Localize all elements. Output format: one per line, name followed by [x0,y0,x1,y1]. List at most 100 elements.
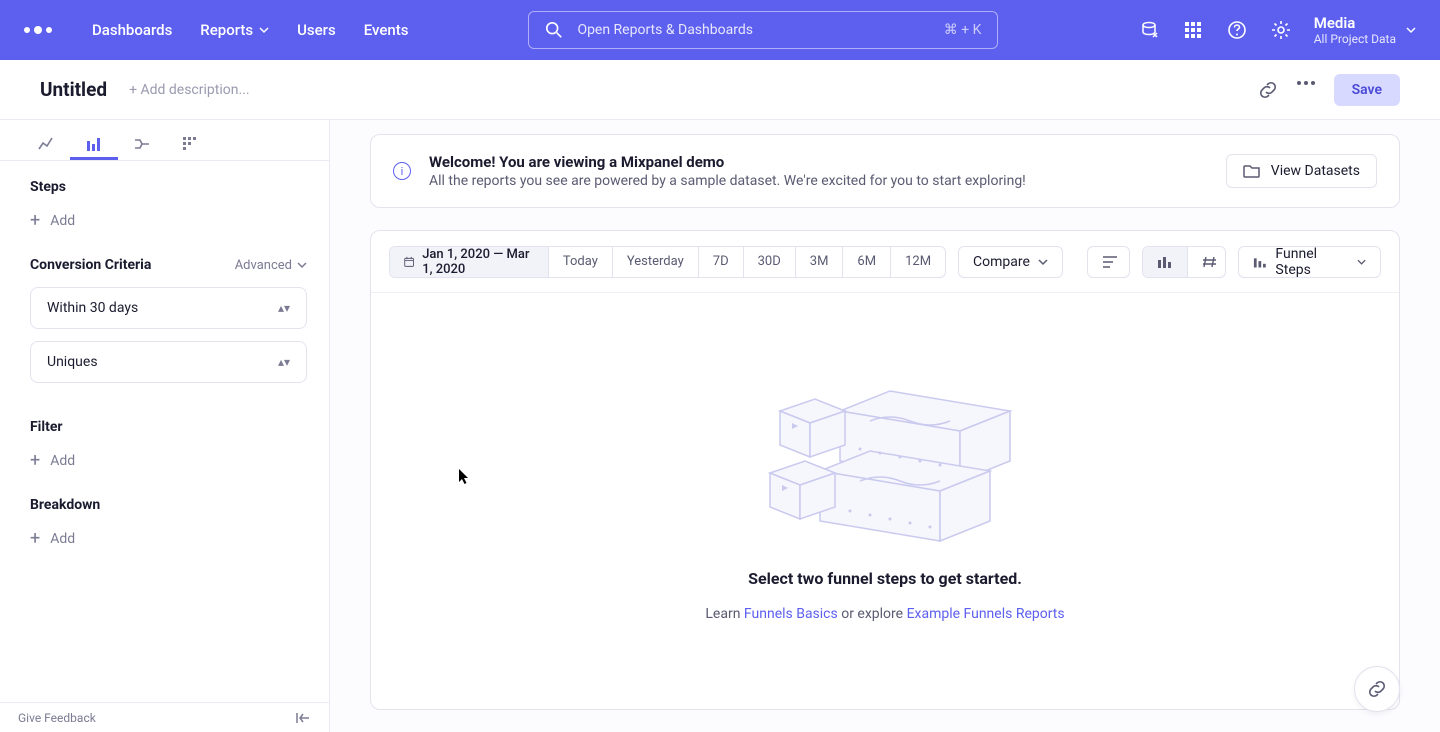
top-nav-right: Media All Project Data [1138,14,1416,46]
empty-state: Select two funnel steps to get started. … [371,293,1399,709]
chart-bar-icon[interactable] [1143,247,1188,277]
breakdown-heading: Breakdown [30,497,307,513]
nav-links: Dashboards Reports Users Events [92,21,408,39]
link-icon [1367,679,1387,699]
chevron-down-icon [297,260,307,270]
section-steps: Steps + Add [0,161,329,239]
project-subtitle: All Project Data [1314,32,1396,46]
search-shortcut: ⌘ + K [944,22,982,38]
floating-link-button[interactable] [1354,666,1400,712]
bar-chart-icon [85,135,103,153]
conversion-window-value: Within 30 days [47,300,138,316]
feedback-link[interactable]: Give Feedback [18,711,96,725]
view-datasets-button[interactable]: View Datasets [1226,154,1377,188]
empty-subtitle: Learn Funnels Basics or explore Example … [705,606,1064,622]
funnels-basics-link[interactable]: Funnels Basics [744,606,838,622]
report-title[interactable]: Untitled [40,78,107,101]
add-filter-button[interactable]: + Add [30,449,307,473]
view-list-icon[interactable] [1088,247,1130,277]
line-chart-icon [37,135,55,153]
counting-method-value: Uniques [47,354,98,370]
nav-reports[interactable]: Reports [200,21,269,39]
database-icon[interactable] [1138,19,1160,41]
date-range-picker[interactable]: Jan 1, 2020 — Mar 1, 2020 [390,247,549,277]
chart-type-group [1142,246,1226,278]
nav-users[interactable]: Users [297,21,336,39]
plus-icon: + [30,454,40,468]
global-search[interactable]: Open Reports & Dashboards ⌘ + K [528,11,998,49]
range-3m[interactable]: 3M [796,247,844,277]
tab-flows[interactable] [118,130,166,160]
folder-icon [1243,163,1261,179]
chevron-down-icon [1357,257,1366,267]
viz-type-label: Funnel Steps [1275,246,1348,278]
steps-heading: Steps [30,179,307,195]
section-breakdown: Breakdown + Add [0,479,329,557]
range-yesterday[interactable]: Yesterday [613,247,699,277]
viz-type-select[interactable]: Funnel Steps [1238,246,1381,278]
compare-button[interactable]: Compare [958,246,1063,278]
nav-dashboards[interactable]: Dashboards [92,21,172,39]
description-placeholder[interactable]: + Add description... [129,82,249,98]
plus-icon: + [30,532,40,546]
grid-icon [181,135,199,153]
info-icon: i [393,162,411,180]
add-step-label: Add [50,213,75,229]
search-placeholder: Open Reports & Dashboards [577,22,753,38]
chart-toolbar: Jan 1, 2020 — Mar 1, 2020 Today Yesterda… [371,231,1399,293]
help-icon[interactable] [1226,19,1248,41]
empty-mid: or explore [838,606,907,622]
sort-icon: ▴▾ [278,359,290,366]
tab-funnels[interactable] [70,130,118,160]
nav-events[interactable]: Events [364,21,409,39]
title-bar: Untitled + Add description... Save [0,60,1440,120]
range-6m[interactable]: 6M [843,247,891,277]
range-today[interactable]: Today [549,247,613,277]
add-breakdown-button[interactable]: + Add [30,527,307,551]
calendar-icon [404,255,414,269]
left-panel-footer: Give Feedback [0,702,329,732]
range-7d[interactable]: 7D [699,247,744,277]
top-nav: Dashboards Reports Users Events Open Rep… [0,0,1440,60]
tab-insights[interactable] [22,130,70,160]
add-step-button[interactable]: + Add [30,209,307,233]
sort-icon: ▴▾ [278,305,290,312]
report-type-tabs [0,120,329,161]
range-30d[interactable]: 30D [744,247,796,277]
chart-number-icon[interactable] [1188,247,1226,277]
date-range-value: Jan 1, 2020 — Mar 1, 2020 [422,247,534,277]
range-12m[interactable]: 12M [891,247,945,277]
collapse-panel-icon[interactable] [295,711,311,725]
plus-icon: + [30,214,40,228]
compare-label: Compare [973,254,1030,270]
main-content: i Welcome! You are viewing a Mixpanel de… [330,120,1440,732]
settings-gear-icon[interactable] [1270,19,1292,41]
more-menu-icon[interactable] [1296,80,1316,100]
save-button[interactable]: Save [1334,74,1400,106]
advanced-toggle[interactable]: Advanced [235,258,307,273]
conversion-window-select[interactable]: Within 30 days ▴▾ [30,287,307,329]
share-link-icon[interactable] [1258,80,1278,100]
project-name: Media [1314,14,1396,32]
counting-method-select[interactable]: Uniques ▴▾ [30,341,307,383]
empty-illustration [730,381,1040,551]
add-breakdown-label: Add [50,531,75,547]
project-switcher[interactable]: Media All Project Data [1314,14,1416,46]
conversion-heading: Conversion Criteria [30,257,151,273]
chevron-down-icon [259,25,269,35]
chevron-down-icon [1406,25,1416,35]
add-filter-label: Add [50,453,75,469]
banner-title: Welcome! You are viewing a Mixpanel demo [429,153,1026,171]
section-conversion: Conversion Criteria Advanced Within 30 d… [0,239,329,401]
section-filter: Filter + Add [0,401,329,479]
apps-grid-icon[interactable] [1182,19,1204,41]
left-panel: Steps + Add Conversion Criteria Advanced… [0,120,330,732]
app-logo[interactable] [24,26,52,34]
view-datasets-label: View Datasets [1271,163,1360,179]
funnel-steps-icon [1253,255,1268,269]
date-range-group: Jan 1, 2020 — Mar 1, 2020 Today Yesterda… [389,246,946,278]
tab-retention[interactable] [166,130,214,160]
example-reports-link[interactable]: Example Funnels Reports [907,606,1065,622]
view-mode-group [1087,246,1130,278]
chevron-down-icon [1038,257,1048,267]
